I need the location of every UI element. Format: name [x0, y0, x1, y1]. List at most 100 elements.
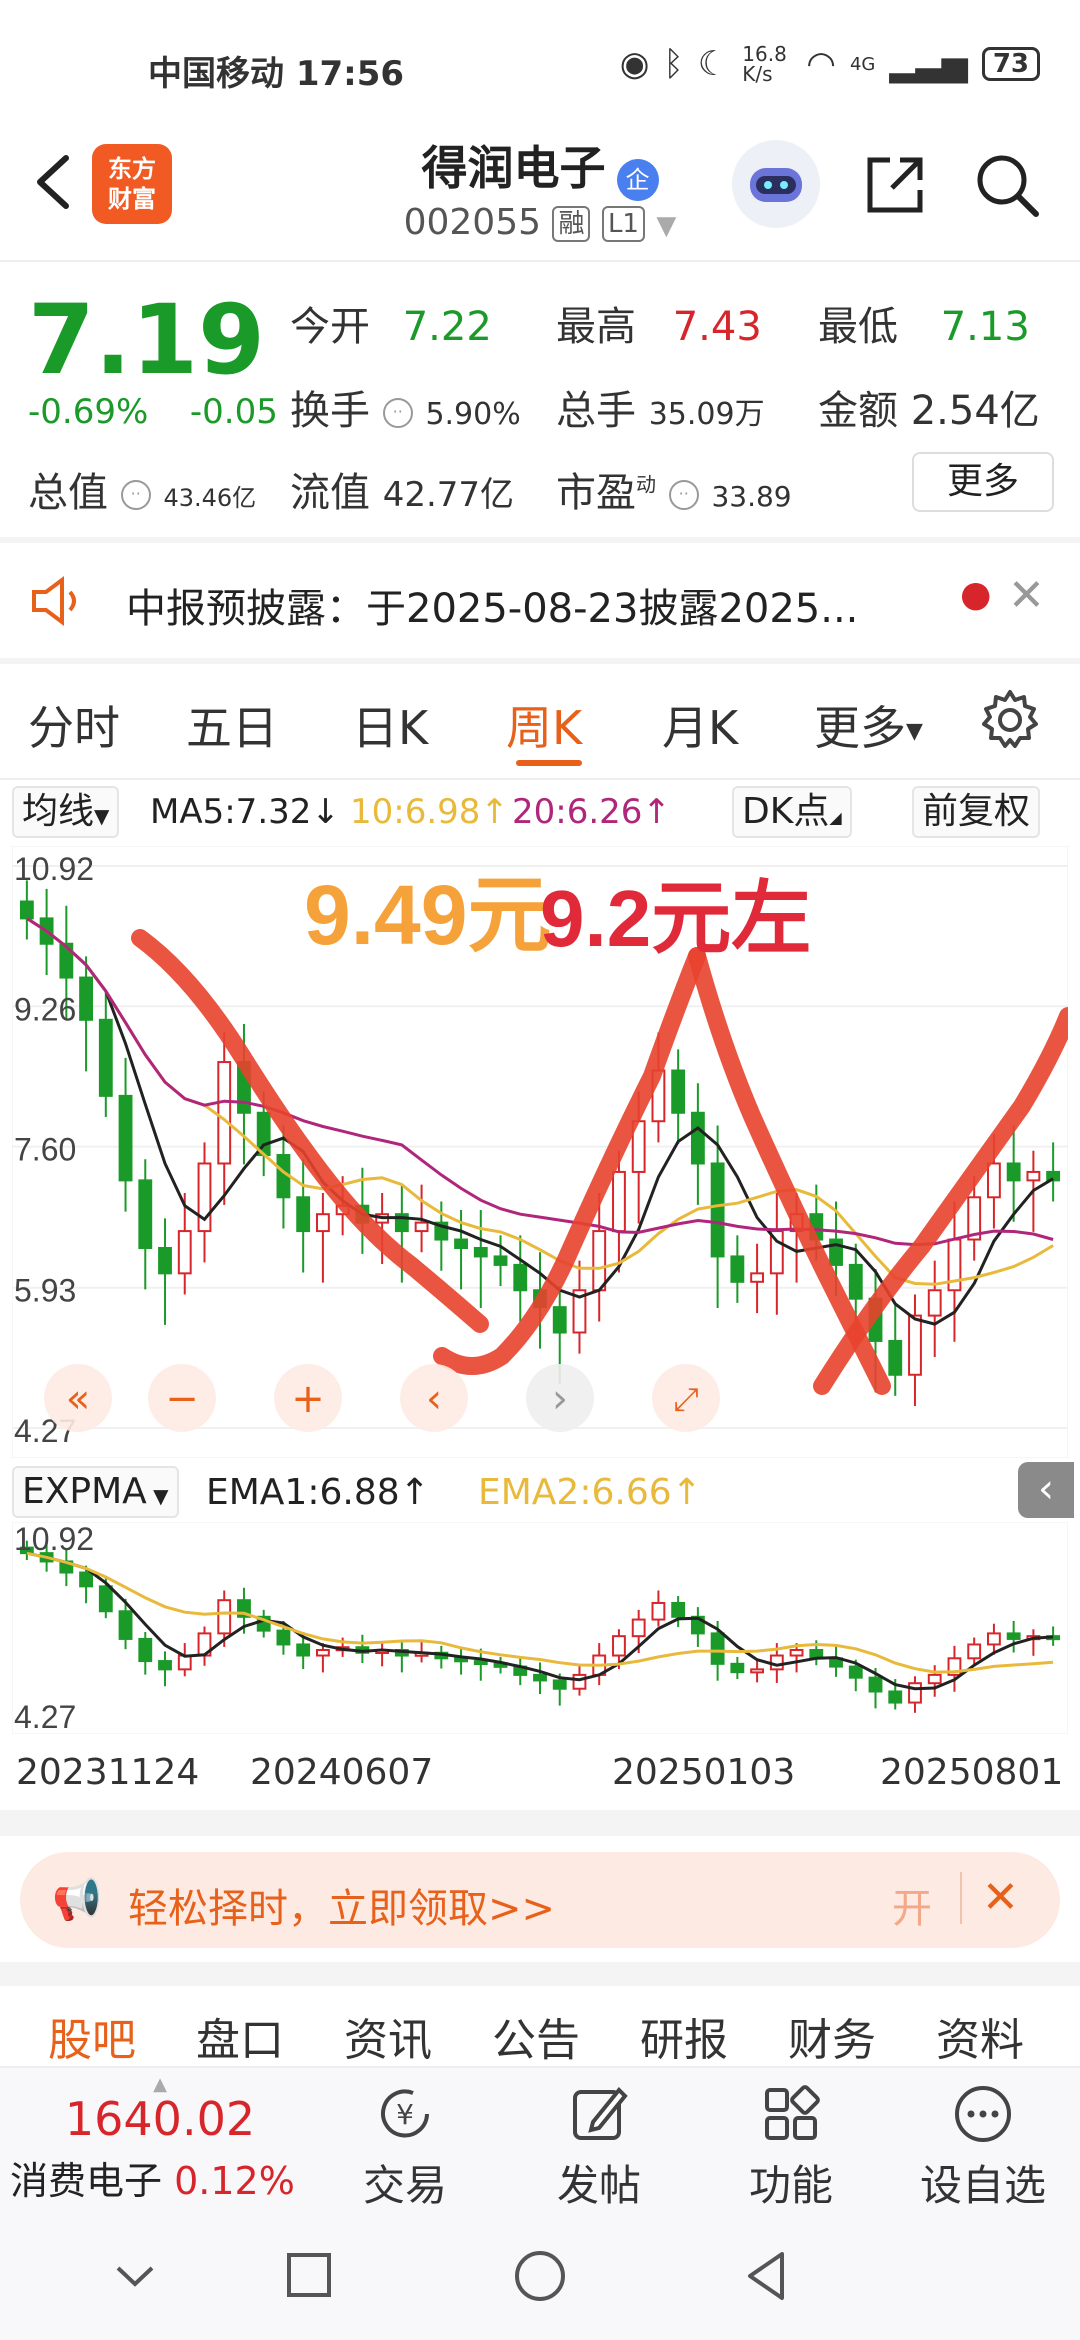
candle-body: [967, 1643, 982, 1660]
stock-title: 得润电子 企: [380, 132, 700, 201]
tab-financials[interactable]: 财务: [788, 2004, 876, 2068]
functions-button[interactable]: 功能: [706, 2082, 876, 2213]
level-tag: L1: [601, 206, 645, 242]
y-tick-label: 10.92: [14, 851, 94, 887]
info-icon[interactable]: ··: [120, 480, 151, 510]
tab-announcements[interactable]: 公告: [492, 2004, 580, 2068]
ma-legend-row: 均线▼ MA5:7.32↓ 10:6.98↑ 20:6.26↑ DK点◢ 前复权: [0, 782, 1080, 842]
candle-body: [473, 1246, 488, 1258]
info-icon[interactable]: ··: [668, 480, 699, 510]
tab-more-label: 更多: [814, 701, 906, 755]
float-value: 42.77亿: [382, 475, 515, 515]
date-label: 20240607: [250, 1752, 434, 1793]
back-icon[interactable]: [28, 152, 78, 212]
enterprise-badge: 企: [616, 158, 659, 201]
active-tab-indicator: [516, 760, 582, 766]
collapse-panel-button[interactable]: ‹: [1018, 1462, 1074, 1518]
back-nav-icon[interactable]: [740, 2248, 790, 2304]
expma-chart[interactable]: 10.92 4.27: [12, 1522, 1068, 1734]
candle-body: [98, 1585, 113, 1613]
logo-text-bottom: 财富: [108, 185, 156, 213]
candle-body: [138, 1179, 153, 1249]
notice-bar[interactable]: 中报预披露：于2025-08-23披露2025... ● ✕: [0, 540, 1080, 660]
candle-body: [217, 1061, 232, 1165]
add-watchlist-button[interactable]: 设自选: [898, 2082, 1068, 2213]
date-label: 20250801: [880, 1752, 1064, 1793]
recent-apps-icon[interactable]: [284, 2250, 334, 2300]
dk-point-button[interactable]: DK点◢: [732, 786, 852, 838]
sector-index[interactable]: ▲ 1640.02 消费电子 0.12%: [10, 2074, 310, 2205]
ema1-value: EMA1:6.88↑: [206, 1472, 430, 1513]
tab-profile[interactable]: 资料: [936, 2004, 1024, 2068]
ma-selector[interactable]: 均线▼: [12, 786, 120, 838]
tab-orderbook[interactable]: 盘口: [196, 2004, 284, 2068]
candle-body: [631, 1618, 646, 1638]
more-button[interactable]: 更多: [912, 452, 1054, 512]
robot-assistant-icon[interactable]: [732, 140, 820, 228]
info-icon[interactable]: ··: [382, 398, 413, 428]
candle-body: [572, 1673, 587, 1690]
high-label: 最高: [556, 304, 636, 350]
close-icon[interactable]: ✕: [982, 1872, 1019, 1923]
low-value: 7.13: [940, 304, 1030, 350]
chevron-down-icon: ▼: [906, 719, 923, 744]
chevron-down-icon[interactable]: [110, 2256, 160, 2296]
tab-more[interactable]: 更多▼: [814, 692, 923, 758]
plus-icon: +: [291, 1376, 325, 1422]
tab-news[interactable]: 资讯: [344, 2004, 432, 2068]
logo-text-top: 东方: [108, 155, 156, 183]
tab-research[interactable]: 研报: [640, 2004, 728, 2068]
ma5-value: MA5:7.32↓: [150, 792, 340, 832]
post-button[interactable]: 发帖: [514, 2082, 684, 2213]
ma10-value: 10:6.98↑: [350, 792, 509, 832]
chart-tabs: 分时 五日 日K 周K 月K 更多▼: [0, 668, 1080, 778]
candle-body: [868, 1676, 883, 1693]
pe-value: 33.89: [711, 480, 792, 513]
chevron-right-icon: ›: [552, 1376, 568, 1422]
turnover-value: 5.90%: [425, 397, 521, 432]
signal-label: 4G: [849, 53, 876, 75]
candle-body: [651, 1601, 666, 1621]
y-tick-label: 10.92: [14, 1522, 94, 1557]
promo-banner[interactable]: 📢 轻松择时，立即领取>> 开 ✕: [20, 1852, 1060, 1948]
candle-body: [473, 1660, 488, 1666]
adjust-button[interactable]: 前复权: [912, 786, 1041, 838]
unread-dot-icon: ●: [960, 574, 992, 615]
candle-body: [296, 1643, 311, 1657]
tab-intraday[interactable]: 分时: [28, 692, 120, 758]
candle-body: [750, 1272, 765, 1283]
trade-button[interactable]: ¥ 交易: [320, 2082, 490, 2213]
candle-body: [315, 1648, 330, 1657]
tab-five-day[interactable]: 五日: [186, 692, 278, 758]
candle-body: [710, 1632, 725, 1665]
tab-monthly-k[interactable]: 月K: [662, 692, 738, 758]
candle-body: [118, 1610, 133, 1640]
app-logo[interactable]: 东方 财富: [92, 144, 172, 224]
candlestick-chart[interactable]: 10.929.267.605.934.27 9.49元 9.2元左 « − + …: [12, 846, 1068, 1458]
tab-daily-k[interactable]: 日K: [352, 692, 428, 758]
system-nav-bar: [0, 2216, 1080, 2340]
divider: [960, 1872, 962, 1924]
tab-weekly-k[interactable]: 周K: [506, 692, 582, 758]
dropdown-icon: ▼: [656, 211, 677, 241]
stock-code-row[interactable]: 002055 融 L1 ▼: [380, 202, 700, 243]
candle-body: [158, 1246, 172, 1275]
caret-up-icon: ▲: [153, 2074, 167, 2095]
indicator-selector[interactable]: EXPMA ▼: [12, 1466, 179, 1518]
settings-gear-icon[interactable]: [978, 688, 1042, 752]
candle-body: [177, 1230, 192, 1275]
close-icon[interactable]: ✕: [1008, 570, 1045, 621]
minus-icon: −: [165, 1376, 199, 1422]
home-icon[interactable]: [512, 2248, 568, 2304]
bluetooth-icon: ᛒ: [663, 44, 684, 84]
annotation-price-2: 9.2元左: [540, 874, 811, 963]
megaphone-icon: 📢: [52, 1877, 102, 1923]
double-chevron-left-icon: «: [66, 1376, 90, 1422]
amount-label: 金额: [818, 388, 898, 434]
stock-code: 002055: [403, 202, 542, 243]
search-icon[interactable]: [972, 150, 1042, 220]
turnover-label: 换手: [290, 388, 370, 434]
promo-open-button[interactable]: 开: [892, 1876, 932, 1934]
tab-forum[interactable]: 股吧: [48, 2004, 136, 2068]
share-icon[interactable]: [860, 150, 930, 220]
